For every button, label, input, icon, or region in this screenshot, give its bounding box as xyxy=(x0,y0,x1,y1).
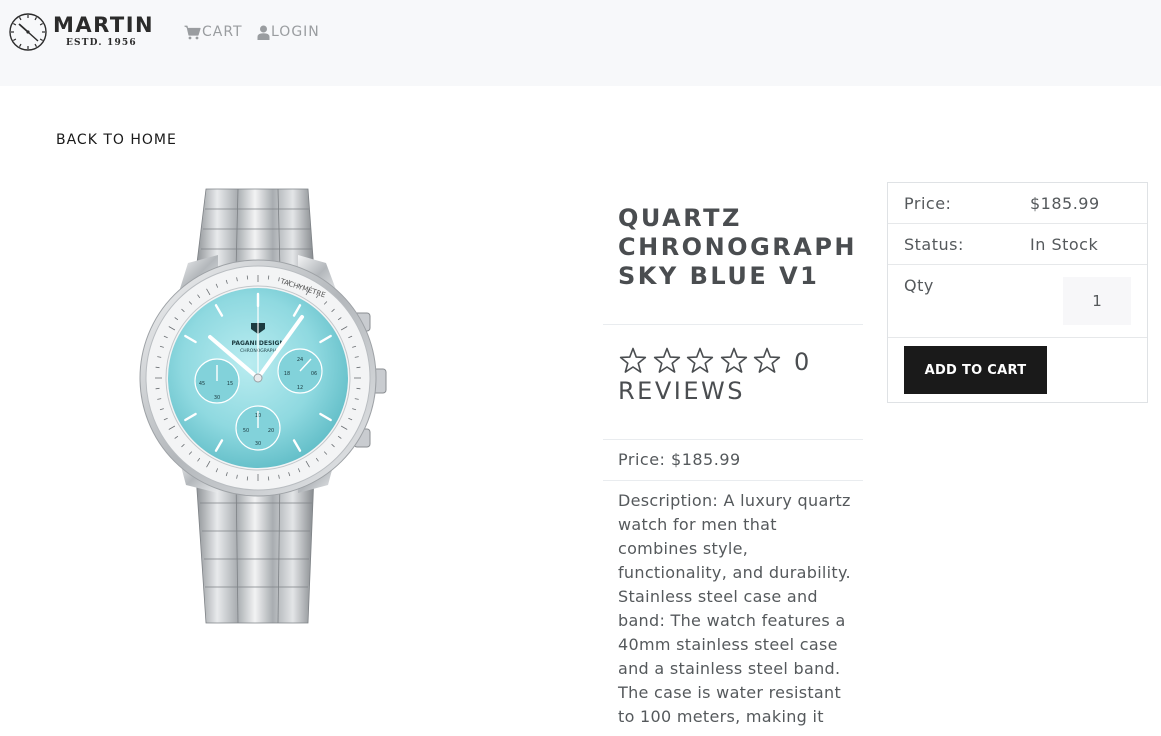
svg-text:15: 15 xyxy=(227,381,233,387)
divider xyxy=(603,439,863,440)
cart-icon xyxy=(184,25,201,39)
product-description: Description: A luxury quartz watch for m… xyxy=(618,491,851,726)
status-label: Status: xyxy=(904,235,964,254)
svg-text:06: 06 xyxy=(311,371,317,377)
svg-text:45: 45 xyxy=(199,381,205,387)
brand-logo[interactable]: MARTIN ESTD. 1956 xyxy=(8,12,153,52)
reviews-count: 0 xyxy=(794,348,812,376)
nav-cart-link[interactable]: CART xyxy=(184,23,243,41)
svg-text:30: 30 xyxy=(214,395,220,401)
product-title: QUARTZ CHRONOGRAPH SKY BLUE V1 xyxy=(618,204,857,290)
star-outline-icon xyxy=(686,347,714,373)
add-to-cart-button[interactable]: ADD TO CART xyxy=(904,346,1047,394)
svg-text:50: 50 xyxy=(243,428,249,434)
svg-text:12: 12 xyxy=(297,385,303,391)
svg-text:20: 20 xyxy=(268,428,274,434)
brand-name: MARTIN xyxy=(53,13,155,37)
qty-row: Qty 1 xyxy=(888,265,1147,338)
nav-cart-label: CART xyxy=(202,24,243,40)
status-value: In Stock xyxy=(1030,235,1099,254)
back-to-home-link[interactable]: BACK TO HOME xyxy=(56,132,177,148)
star-outline-icon xyxy=(619,347,647,373)
divider xyxy=(603,480,863,481)
product-image: TACHYMÈTRE 451530 18062412 50201030 PAGA… xyxy=(139,188,387,624)
svg-text:30: 30 xyxy=(255,441,261,447)
price-label: Price: xyxy=(904,194,952,213)
reviews-label: REVIEWS xyxy=(618,377,745,405)
star-outline-icon xyxy=(653,347,680,373)
rating-stars xyxy=(618,346,786,376)
price-value: $185.99 xyxy=(1030,194,1100,213)
purchase-card: Price: $185.99 Status: In Stock Qty 1 AD… xyxy=(887,182,1148,403)
nav-login-link[interactable]: LOGIN xyxy=(257,23,320,41)
svg-text:18: 18 xyxy=(284,371,290,377)
navbar: MARTIN ESTD. 1956 CART LOGIN xyxy=(0,0,1161,86)
nav-login-label: LOGIN xyxy=(271,24,320,40)
user-icon xyxy=(257,25,270,40)
brand-estd: ESTD. 1956 xyxy=(66,38,137,48)
star-outline-icon xyxy=(720,347,747,373)
clock-logo-icon xyxy=(9,13,47,51)
divider xyxy=(603,324,863,325)
product-price: Price: $185.99 xyxy=(618,450,741,469)
svg-text:24: 24 xyxy=(297,357,303,363)
price-row: Price: $185.99 xyxy=(888,183,1147,224)
qty-label: Qty xyxy=(904,276,934,295)
star-outline-icon xyxy=(753,347,781,373)
status-row: Status: In Stock xyxy=(888,224,1147,265)
qty-select[interactable]: 1 xyxy=(1063,277,1131,325)
